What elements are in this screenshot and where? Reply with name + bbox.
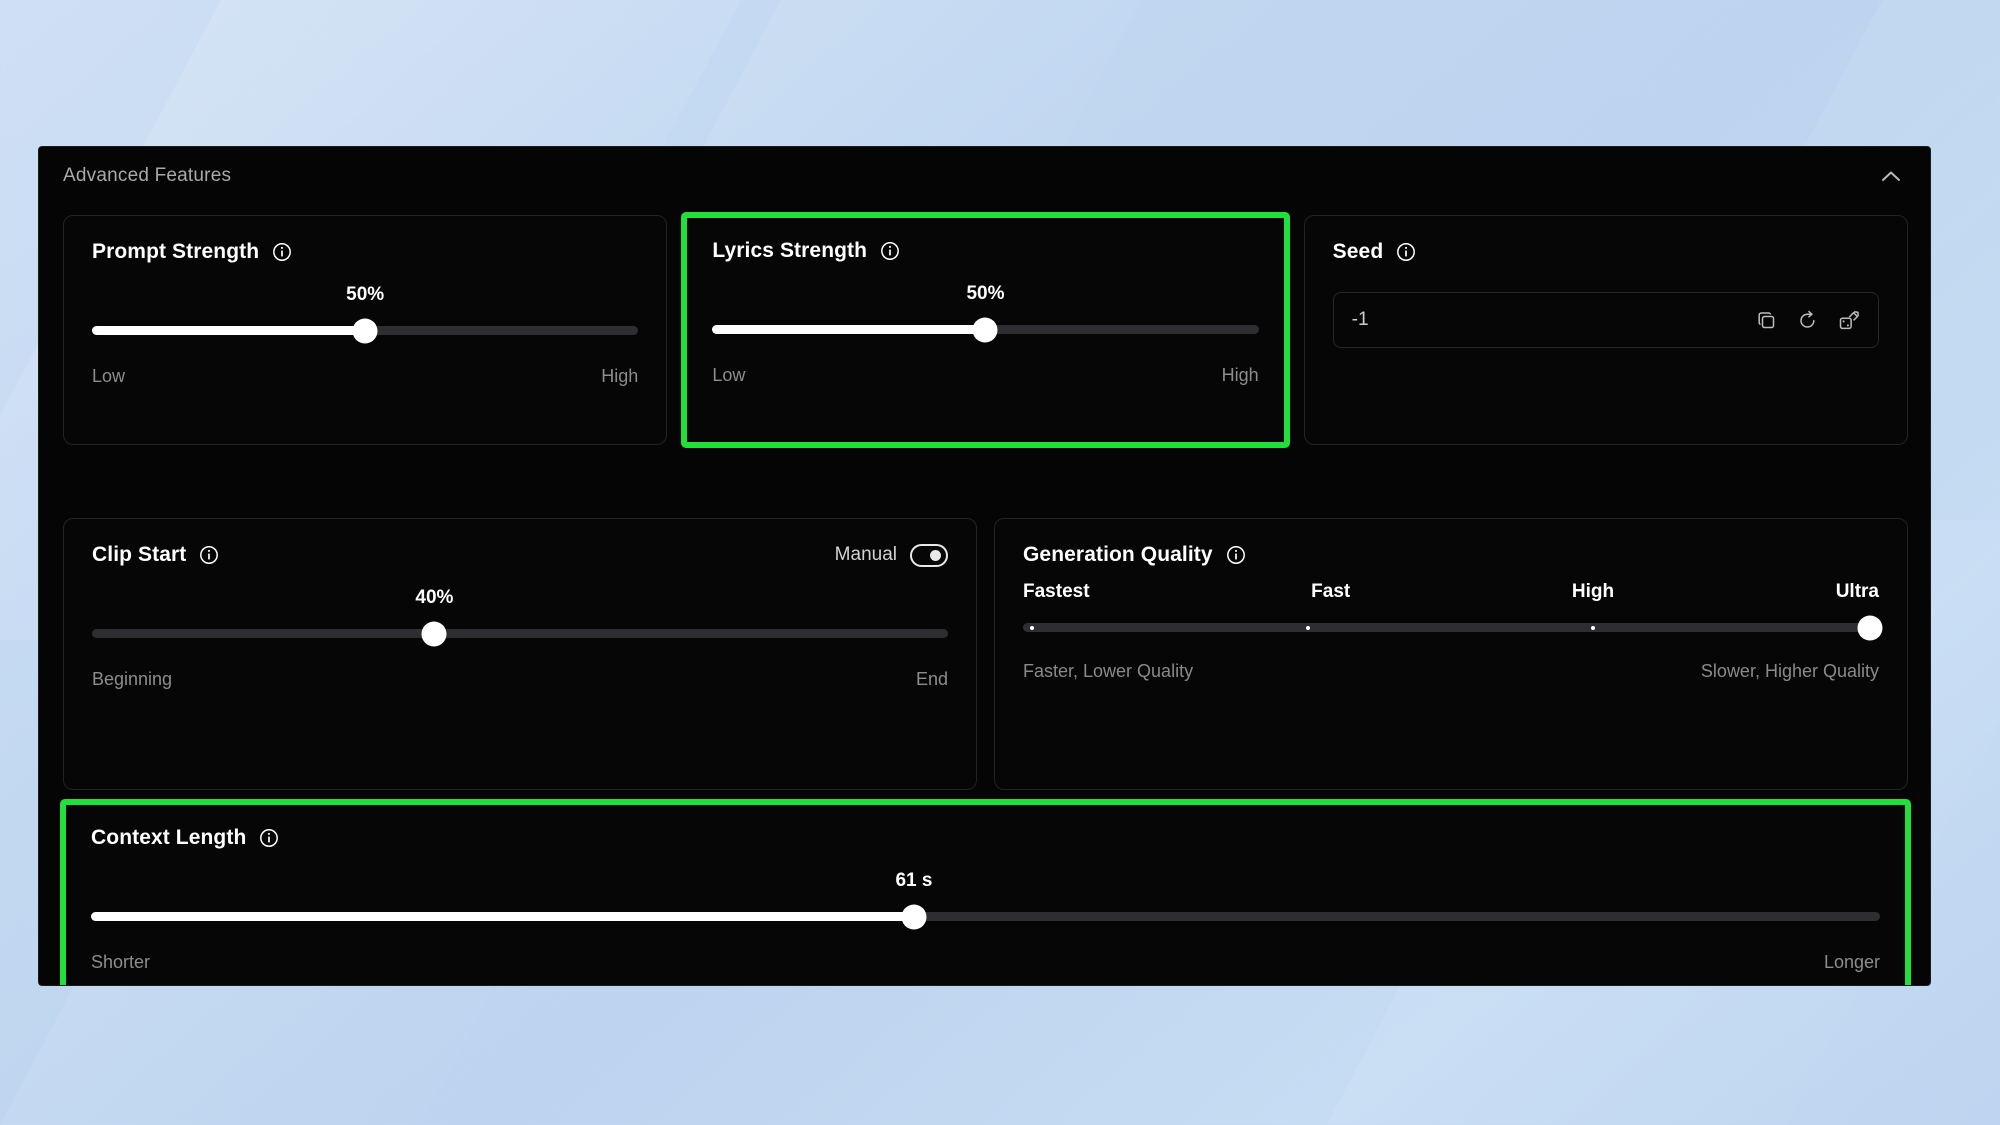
slider-max-label: End [915,669,948,689]
lyrics-strength-slider-block: 50% Low High [712,261,1259,445]
seed-actions [1756,310,1860,331]
slider-max-label: Longer [1823,952,1880,972]
info-icon[interactable] [199,545,219,565]
quality-max-hint: Slower, Higher Quality [1700,661,1879,681]
card-context-length: Context Length 61 s Shorter Longer [60,799,1911,985]
manual-toggle[interactable] [910,543,948,567]
card-header: Clip Start Manual [92,541,948,569]
manual-toggle-group: Manual [834,543,948,567]
clip-start-value: 40% [415,587,454,608]
generation-quality-slider[interactable] [1023,615,1883,640]
clip-start-slider-block: 40% Beginning End [92,567,948,789]
slider-max-label: High [1221,365,1259,385]
slider-thumb[interactable] [1857,615,1883,640]
context-length-slider[interactable] [91,904,1880,929]
info-icon[interactable] [880,241,900,261]
clip-start-slider[interactable] [92,621,948,646]
prompt-strength-slider[interactable] [92,318,639,343]
settings-row-2: Clip Start Manual 40% Beginning End Gene… [63,518,1908,790]
info-icon[interactable] [1396,242,1416,262]
slider-fill [712,325,986,334]
collapse-panel-button[interactable] [1874,159,1908,193]
slider-tick [1029,625,1034,630]
card-title: Lyrics Strength [712,239,868,262]
slider-max-label: High [601,366,639,386]
card-title: Seed [1332,240,1384,263]
page-title: Advanced Features [63,165,232,186]
info-icon[interactable] [259,828,279,848]
card-title: Prompt Strength [92,240,260,263]
card-seed: Seed -1 [1303,215,1908,445]
advanced-features-panel: Advanced Features Prompt Strength 50% Lo… [38,146,1931,986]
settings-row-1: Prompt Strength 50% Low High Lyrics Stre… [63,212,1908,448]
slider-fill [92,326,366,335]
slider-endcaps: Low High [92,366,638,387]
panel-header: Advanced Features [39,147,1930,205]
manual-toggle-label: Manual [834,544,897,565]
slider-endcaps: Shorter Longer [91,952,1880,973]
card-generation-quality: Generation Quality Fastest Fast High Ult… [994,518,1908,790]
context-length-slider-block: 61 s Shorter Longer [91,848,1880,985]
reset-icon[interactable] [1797,310,1818,331]
slider-tick [1591,625,1596,630]
chevron-up-icon [1882,171,1900,181]
toggle-knob [930,549,941,561]
prompt-strength-value: 50% [346,284,385,305]
slider-thumb[interactable] [972,317,998,342]
card-title: Clip Start [92,543,187,566]
slider-endcaps: Low High [712,365,1258,386]
settings-row-3: Context Length 61 s Shorter Longer [60,799,1911,985]
slider-min-label: Low [712,365,746,385]
card-lyrics-strength: Lyrics Strength 50% Low High [681,212,1290,448]
slider-fill [91,912,914,921]
seed-value: -1 [1351,309,1369,330]
slider-thumb[interactable] [352,318,378,343]
slider-endcaps: Faster, Lower Quality Slower, Higher Qua… [1023,661,1879,682]
info-icon[interactable] [272,242,292,262]
card-header: Seed [1333,238,1879,266]
prompt-strength-slider-block: 50% Low High [92,262,639,444]
lyrics-strength-slider[interactable] [712,317,1259,342]
slider-thumb[interactable] [421,621,447,646]
generation-quality-slider-block: Faster, Lower Quality Slower, Higher Qua… [1023,519,1883,789]
dice-randomize-icon[interactable] [1838,310,1860,331]
card-title: Context Length [91,826,247,849]
quality-min-hint: Faster, Lower Quality [1023,661,1194,681]
context-length-value: 61 s [895,870,933,891]
seed-input[interactable]: -1 [1332,292,1879,348]
slider-tick [1306,625,1311,630]
slider-min-label: Beginning [92,669,173,689]
lyrics-strength-value: 50% [966,283,1005,304]
slider-min-label: Low [92,366,126,386]
slider-min-label: Shorter [91,952,151,972]
card-prompt-strength: Prompt Strength 50% Low High [63,215,668,445]
slider-thumb[interactable] [901,904,927,929]
copy-icon[interactable] [1756,310,1777,331]
slider-endcaps: Beginning End [92,669,948,690]
card-clip-start: Clip Start Manual 40% Beginning End [63,518,977,790]
